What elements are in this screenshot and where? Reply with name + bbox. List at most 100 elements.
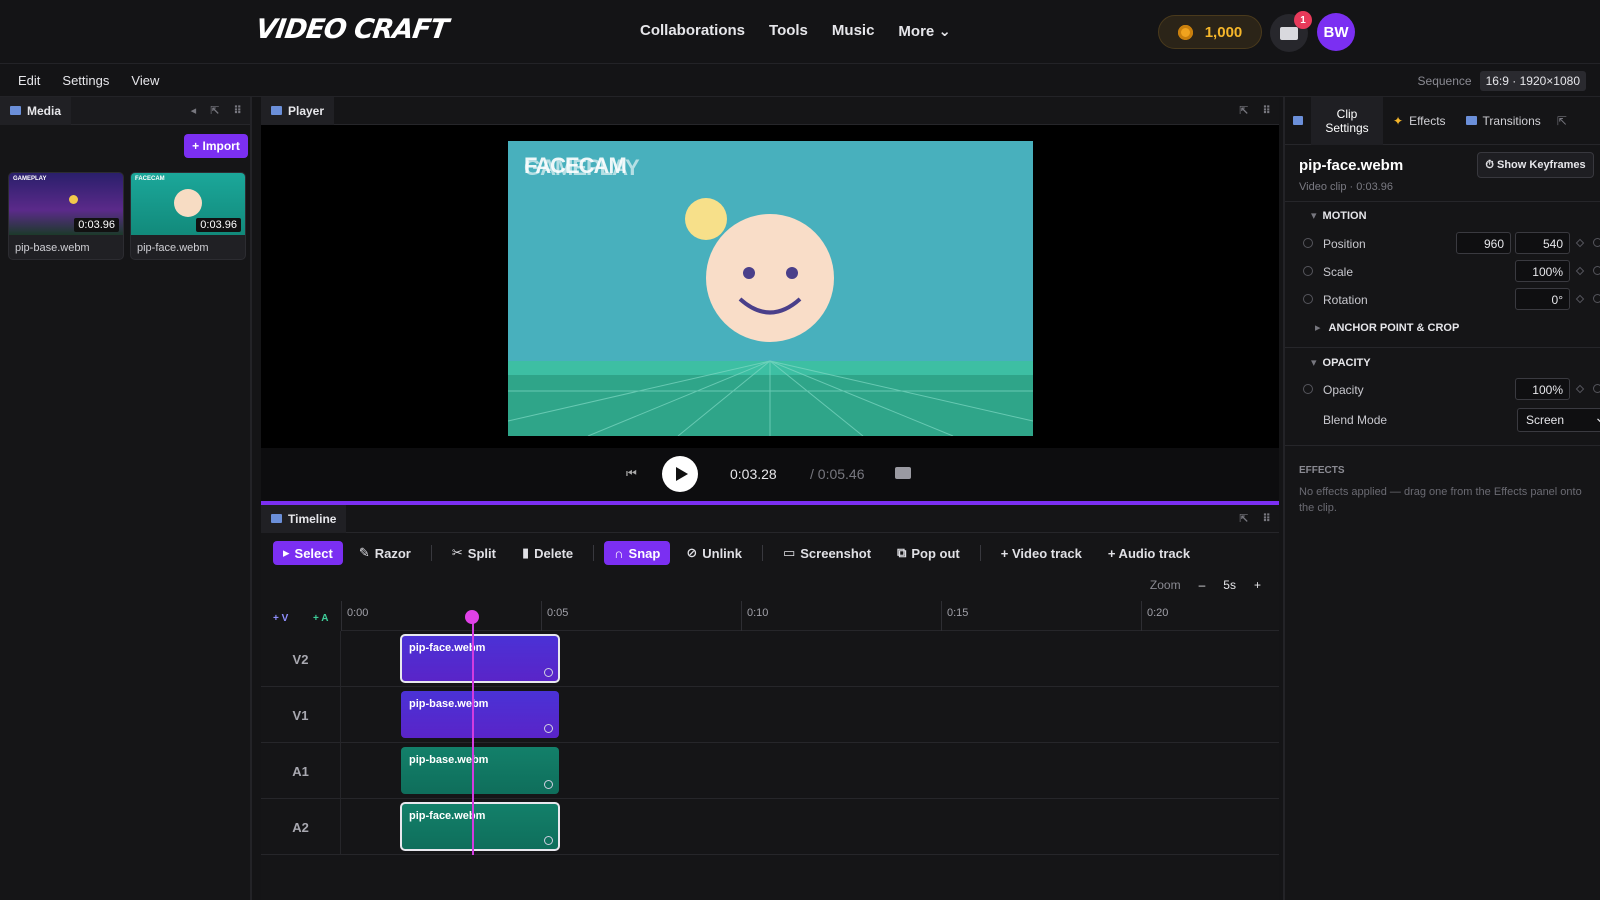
video-preview[interactable]: FACECAM GAMEPLAY: [508, 141, 1033, 436]
stopwatch-icon[interactable]: [1303, 384, 1313, 394]
razor-icon: ✎: [358, 545, 370, 560]
razor-tool-button[interactable]: ✎ Razor: [349, 541, 421, 565]
sequence-value[interactable]: 16:9 · 1920×1080: [1479, 71, 1586, 91]
screenshot-label: Screenshot: [800, 545, 872, 561]
keyframe-icon[interactable]: [1575, 238, 1585, 248]
notifications-button[interactable]: 1: [1270, 11, 1312, 52]
media-name: pip-face.webm: [137, 242, 209, 254]
position-y-input[interactable]: 540: [1515, 232, 1570, 254]
camera-icon[interactable]: [895, 467, 911, 479]
unlink-label: Unlink: [702, 545, 742, 561]
top-bar: VIDEO CRAFT Collaborations Tools Music M…: [0, 0, 1600, 64]
tab-effects[interactable]: ✦ Effects: [1383, 97, 1456, 145]
media-header: Media ◂ ⇱ ⠿: [0, 96, 250, 125]
drag-handle-icon[interactable]: ⠿: [1262, 104, 1271, 117]
add-audio-track-button[interactable]: + Audio track: [1098, 541, 1200, 565]
zoom-in-button[interactable]: +: [1254, 578, 1261, 592]
nav-collaborations[interactable]: Collaborations: [640, 22, 745, 40]
select-label: Select: [294, 545, 333, 561]
media-item[interactable]: FACECAM 0:03.96 pip-face.webm: [130, 172, 246, 260]
popout-label: Pop out: [911, 545, 960, 561]
total-time: / 0:05.46: [810, 466, 865, 482]
zoom-control: Zoom – 5s +: [1150, 578, 1261, 592]
tab-clip-settings[interactable]: Clip Settings: [1311, 96, 1383, 145]
keyframe-icon[interactable]: [1575, 384, 1585, 394]
tab-timeline[interactable]: Timeline: [261, 504, 347, 533]
timeline-clip[interactable]: pip-base.webm: [401, 691, 559, 738]
reset-icon[interactable]: [1593, 294, 1600, 303]
popout-icon[interactable]: ⇱: [1239, 512, 1248, 525]
timeline-clip[interactable]: pip-face.webm: [400, 802, 560, 851]
add-audio-button[interactable]: + A: [313, 613, 328, 624]
add-video-button[interactable]: + V: [273, 613, 288, 624]
stopwatch-icon[interactable]: [1303, 266, 1313, 276]
nav-tools[interactable]: Tools: [769, 22, 808, 40]
grid-icon[interactable]: [1285, 97, 1311, 145]
screenshot-button[interactable]: ▭ Screenshot: [773, 541, 881, 565]
show-keyframes-button[interactable]: ⏱ Show Keyframes: [1477, 152, 1594, 178]
menu-edit[interactable]: Edit: [18, 73, 40, 88]
snap-toggle[interactable]: ∩ Snap: [604, 541, 671, 565]
opacity-section-header[interactable]: ▾ OPACITY: [1311, 356, 1371, 369]
track-a1: A1 pip-base.webm: [261, 743, 1279, 799]
select-tool-button[interactable]: ▸ Select: [273, 541, 343, 565]
zoom-out-button[interactable]: –: [1199, 578, 1206, 592]
timeline-clip[interactable]: pip-face.webm: [400, 634, 560, 683]
player-icon: [271, 106, 282, 115]
timeline-clip[interactable]: pip-base.webm: [401, 747, 559, 794]
keyframe-icon[interactable]: [1575, 294, 1585, 304]
nav-music[interactable]: Music: [832, 22, 875, 40]
menu-view[interactable]: View: [131, 73, 159, 88]
stopwatch-icon[interactable]: [1303, 238, 1313, 248]
coin-balance[interactable]: 1,000: [1158, 15, 1262, 49]
rotation-input[interactable]: 0°: [1515, 288, 1570, 310]
import-button[interactable]: + Import: [184, 134, 248, 158]
play-icon: [675, 467, 688, 481]
tab-player[interactable]: Player: [261, 96, 335, 125]
position-x-input[interactable]: 960: [1456, 232, 1511, 254]
timeline-icon: [271, 514, 282, 523]
clip-title: pip-face.webm: [1299, 157, 1404, 174]
playhead[interactable]: [472, 615, 474, 855]
popout-button[interactable]: ⧉ Pop out: [887, 541, 970, 565]
drag-handle-icon[interactable]: ⠿: [1262, 512, 1271, 525]
nav-more[interactable]: More ⌄: [898, 22, 951, 40]
drag-handle-icon[interactable]: ⠿: [233, 104, 242, 117]
media-item[interactable]: GAMEPLAY 0:03.96 pip-base.webm: [8, 172, 124, 260]
scale-row: Scale 100%: [1303, 260, 1600, 284]
popout-icon[interactable]: ⇱: [1239, 104, 1248, 117]
scale-input[interactable]: 100%: [1515, 260, 1570, 282]
collapse-icon[interactable]: ◂: [191, 104, 197, 117]
effects-section-header: EFFECTS: [1299, 465, 1345, 476]
blend-mode-select[interactable]: Screen: [1517, 408, 1600, 432]
keyframe-icon[interactable]: [1575, 266, 1585, 276]
play-button[interactable]: [662, 456, 698, 492]
menu-settings[interactable]: Settings: [62, 73, 109, 88]
playhead-handle[interactable]: [465, 610, 479, 624]
delete-button[interactable]: ▮ Delete: [512, 541, 583, 565]
add-video-track-button[interactable]: + Video track: [991, 541, 1092, 565]
motion-section-header[interactable]: ▾ MOTION: [1311, 209, 1367, 222]
tab-transitions[interactable]: Transitions: [1456, 97, 1551, 145]
opacity-input[interactable]: 100%: [1515, 378, 1570, 400]
stopwatch-icon[interactable]: [1303, 294, 1313, 304]
app-logo[interactable]: VIDEO CRAFT: [254, 14, 450, 45]
media-tag: GAMEPLAY: [13, 176, 47, 182]
skip-back-icon[interactable]: ⏮: [626, 466, 637, 481]
reset-icon[interactable]: [1593, 238, 1600, 247]
time-ruler[interactable]: 0:00 0:05 0:10 0:15 0:20: [341, 601, 1279, 631]
link-icon: ⊘: [686, 545, 698, 560]
anchor-crop-header[interactable]: ▸ ANCHOR POINT & CROP: [1315, 321, 1459, 334]
split-button[interactable]: ✂ Split: [442, 541, 506, 565]
notification-badge: 1: [1294, 11, 1312, 29]
blend-mode-label: Blend Mode: [1323, 413, 1388, 427]
reset-icon[interactable]: [1593, 384, 1600, 393]
avatar[interactable]: BW: [1317, 13, 1355, 51]
reset-icon[interactable]: [1593, 266, 1600, 275]
tab-media[interactable]: Media: [0, 96, 72, 125]
transitions-label: Transitions: [1482, 113, 1541, 128]
unlink-button[interactable]: ⊘ Unlink: [676, 541, 752, 565]
clip-name: pip-base.webm: [409, 698, 489, 710]
popout-icon[interactable]: ⇱: [1551, 97, 1573, 145]
popout-icon[interactable]: ⇱: [210, 104, 219, 117]
